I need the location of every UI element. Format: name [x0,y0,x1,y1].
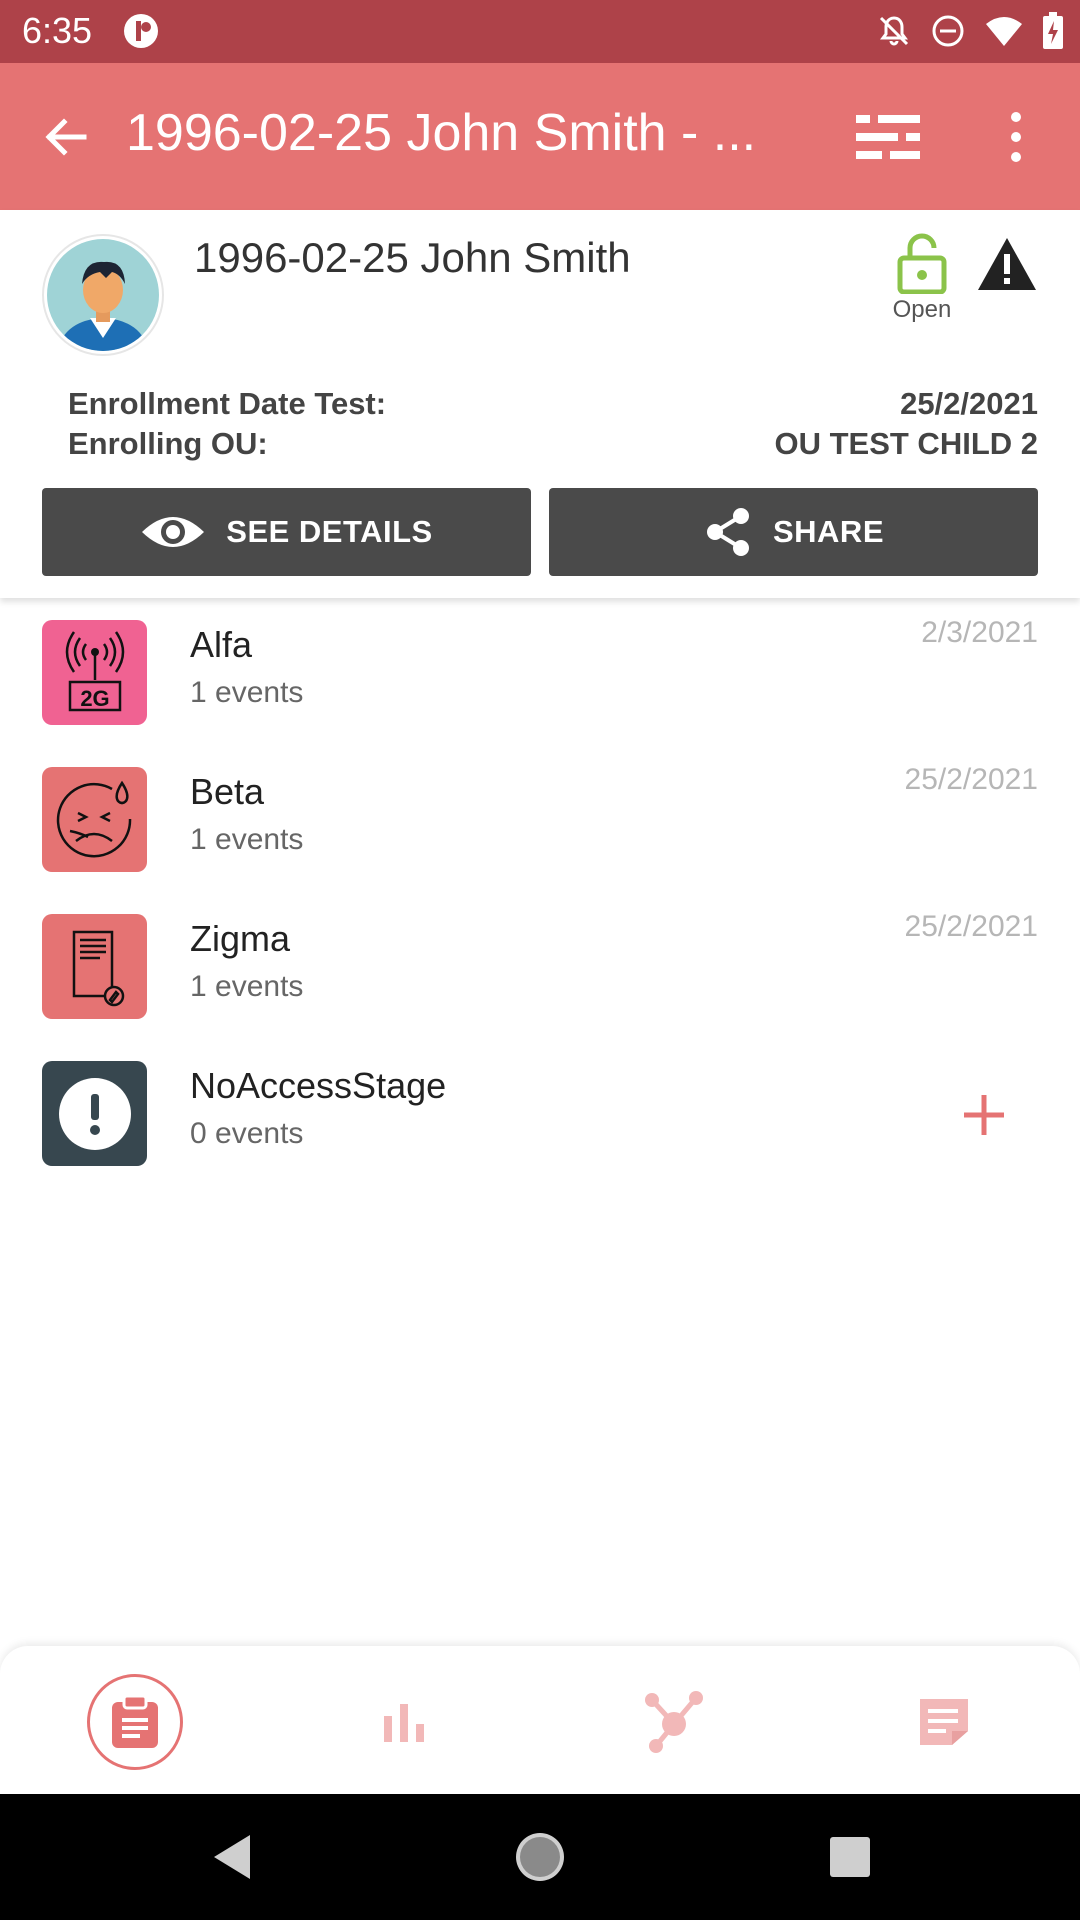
share-icon [706,508,749,556]
app-notification-icon [124,14,158,48]
bar-chart-icon [384,1704,424,1742]
note-icon [920,1699,968,1745]
add-event-icon[interactable] [956,1087,1012,1143]
stage-tile [42,767,147,872]
system-back-icon[interactable] [204,1827,264,1887]
nav-item-relationships[interactable] [626,1674,722,1770]
nav-item-indicators[interactable] [356,1674,452,1770]
stage-date: 25/2/2021 [904,910,1038,943]
nav-item-notes[interactable] [896,1674,992,1770]
share-button[interactable]: SHARE [549,488,1038,576]
clipboard-icon [112,1694,158,1748]
sick-face-icon [56,780,131,857]
enrollment-date-value: 25/2/2021 [900,386,1038,421]
page-title: 1996-02-25 John Smith - ... [126,104,757,162]
see-details-label: SEE DETAILS [226,514,433,549]
stage-name: NoAccessStage [190,1065,447,1106]
eye-icon [142,517,205,547]
stage-event-count: 1 events [190,676,304,709]
stage-tile: 2G [42,620,147,725]
bottom-navigation [0,1646,1080,1794]
stage-name: Alfa [190,624,253,665]
tei-header-card: 1996-02-25 John Smith Open Enrollment Da… [0,210,1080,598]
stage-event-count: 1 events [190,823,304,856]
antenna-2g-icon: 2G [65,630,124,711]
share-label: SHARE [772,514,884,549]
stage-tile [42,914,147,1019]
stage-item-zigma[interactable]: Zigma 1 events 25/2/2021 [0,904,1080,1051]
filter-icon[interactable] [852,107,924,167]
app-bar: 1996-02-25 John Smith - ... [0,63,1080,210]
stage-item-beta[interactable]: Beta 1 events 25/2/2021 [0,757,1080,904]
notifications-off-icon [879,16,909,46]
stage-event-count: 0 events [190,1117,304,1150]
warning-icon[interactable] [976,236,1038,292]
stage-event-count: 1 events [190,970,304,1003]
status-time: 6:35 [22,10,93,51]
stage-date: 2/3/2021 [921,616,1038,649]
battery-charging-icon [1043,12,1063,49]
do-not-disturb-icon [932,15,964,47]
wifi-icon [986,17,1022,46]
svg-text:2G: 2G [80,686,109,711]
back-arrow-icon[interactable] [36,107,96,167]
status-bar: 6:35 [0,0,1080,63]
stage-item-alfa[interactable]: 2G Alfa 1 events 2/3/2021 [0,610,1080,757]
system-recents-icon[interactable] [820,1827,880,1887]
enrolling-ou-label: Enrolling OU: [68,426,268,461]
alert-icon [58,1077,131,1150]
lock-open-icon[interactable] [896,232,948,294]
stage-item-noaccessstage[interactable]: NoAccessStage 0 events [0,1051,1080,1198]
document-edit-icon [72,930,124,1006]
system-home-icon[interactable] [510,1827,570,1887]
enrollment-date-label: Enrollment Date Test: [68,386,387,421]
enrollment-status-label: Open [892,296,952,323]
more-options-icon[interactable] [996,107,1036,167]
stage-name: Beta [190,771,265,812]
nav-item-stages[interactable] [87,1674,183,1770]
stage-tile [42,1061,147,1166]
stage-name: Zigma [190,918,291,959]
enrolling-ou-value: OU TEST CHILD 2 [774,426,1038,461]
system-navigation-bar [0,1794,1080,1920]
tei-name: 1996-02-25 John Smith [194,234,631,281]
see-details-button[interactable]: SEE DETAILS [42,488,531,576]
stage-date: 25/2/2021 [904,763,1038,796]
relationship-icon [645,1691,703,1753]
avatar[interactable] [42,234,164,356]
